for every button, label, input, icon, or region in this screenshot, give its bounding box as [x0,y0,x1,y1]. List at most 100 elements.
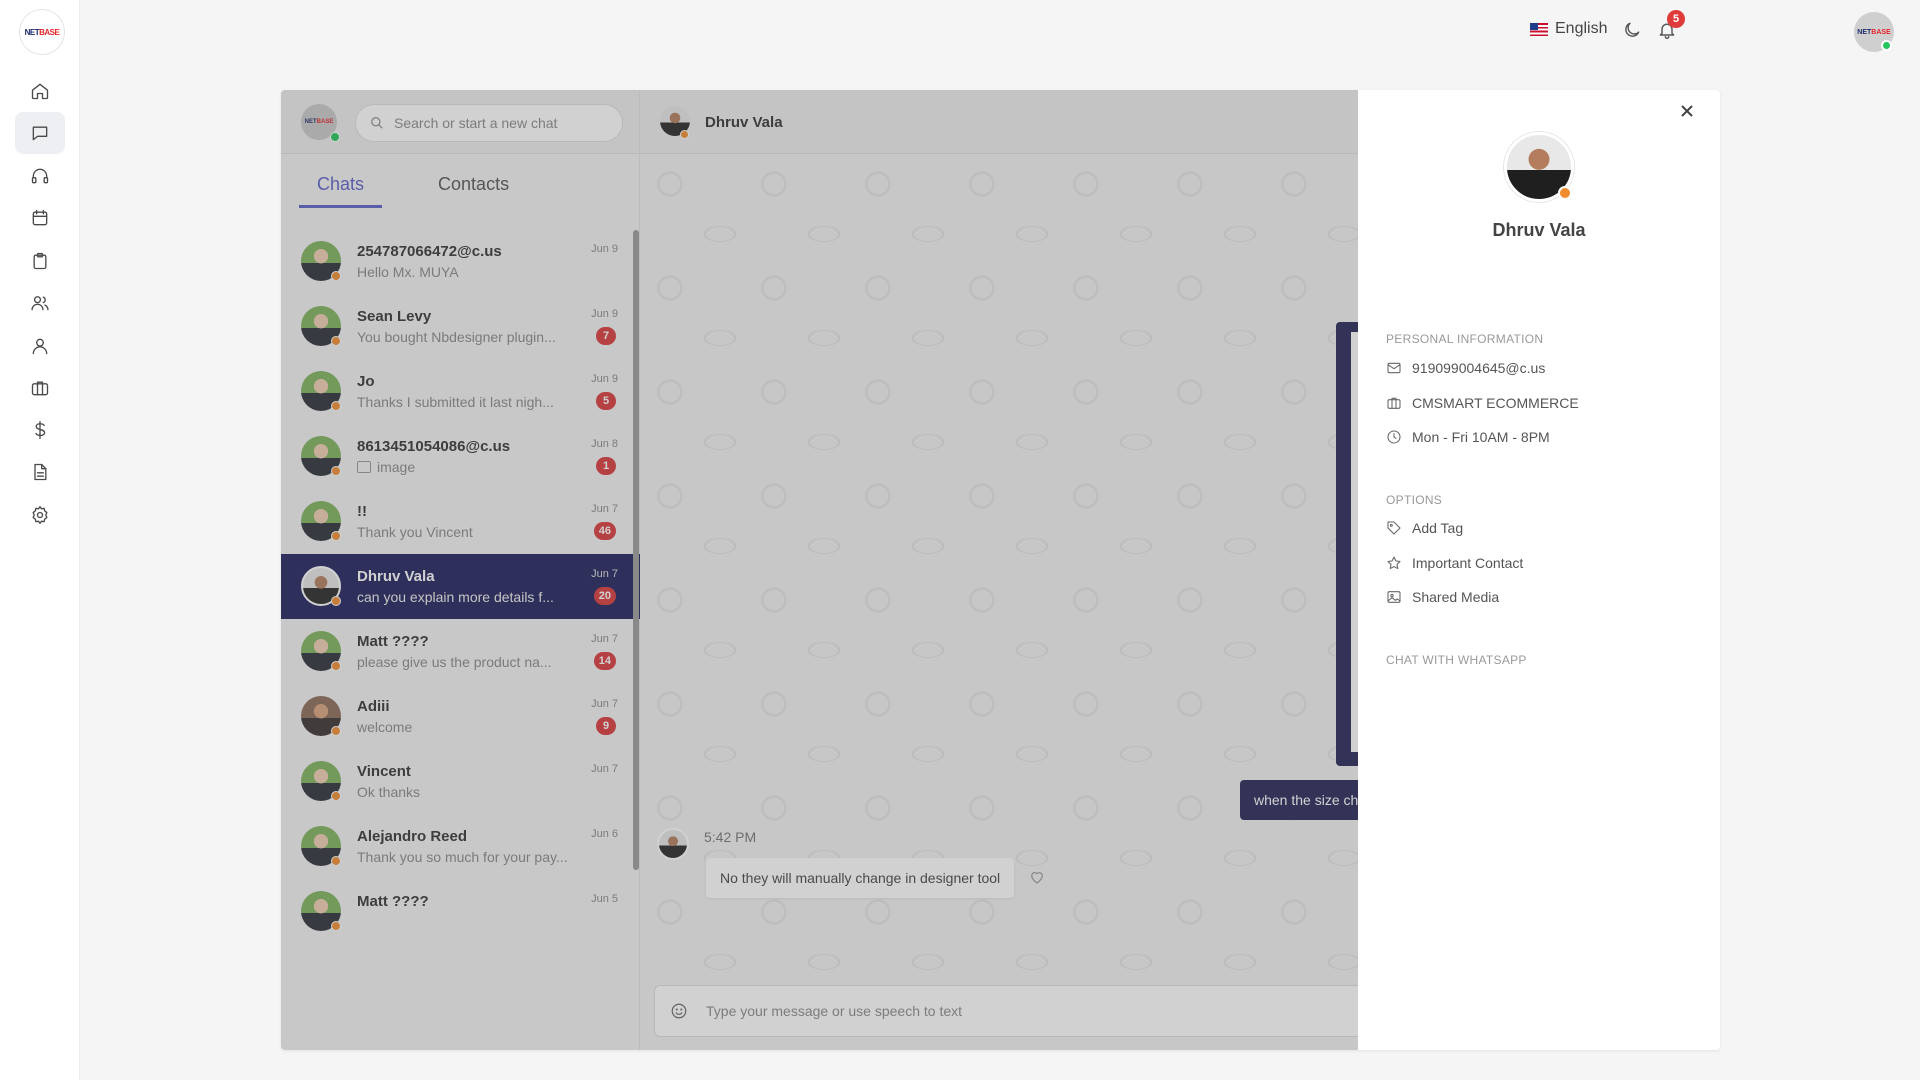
important-contact-label: Important Contact [1412,555,1524,571]
info-company: CMSMART ECOMMERCE [1386,395,1579,411]
language-selector[interactable]: English [1530,20,1607,38]
chat-date: Jun 7 [591,698,618,710]
chat-list-item[interactable]: 254787066472@c.us Hello Mx. MUYA Jun 9 [281,229,640,294]
clipboard-icon [33,252,47,270]
contact-info-drawer: Dhruv Vala PERSONAL INFORMATION 91909900… [1358,90,1720,1050]
emoji-icon[interactable] [670,1002,688,1020]
section-chat-whatsapp[interactable]: CHAT WITH WHATSAPP [1386,653,1527,667]
chat-date: Jun 7 [591,568,618,580]
chat-name: Dhruv Vala [357,568,435,585]
close-button[interactable] [1680,104,1700,124]
chat-list-item[interactable]: Vincent Ok thanks Jun 7 [281,749,640,814]
info-hours: Mon - Fri 10AM - 8PM [1386,429,1550,445]
hours-value: Mon - Fri 10AM - 8PM [1412,429,1550,445]
status-indicator [331,271,341,281]
user-online-indicator [1881,40,1892,51]
chat-name: !! [357,503,367,520]
status-indicator [331,661,341,671]
chat-list-scrollbar[interactable] [633,230,639,870]
unread-badge: 20 [593,587,616,605]
chat-preview: image [357,459,572,475]
nav-settings[interactable] [15,494,65,536]
dark-mode-toggle[interactable] [1622,20,1644,42]
chat-background-pattern [640,154,1358,974]
company-value: CMSMART ECOMMERCE [1412,395,1579,411]
shared-media-option[interactable]: Shared Media [1386,589,1499,605]
section-options: OPTIONS [1386,493,1443,507]
status-indicator [331,921,341,931]
my-online-indicator [330,132,340,142]
gear-icon [32,506,48,524]
nav-billing[interactable] [15,409,65,451]
home-icon [31,83,49,100]
chat-preview: Ok thanks [357,784,421,800]
nav-business[interactable] [15,367,65,409]
dollar-icon [35,421,46,439]
status-indicator [331,401,341,411]
chat-date: Jun 9 [591,308,618,320]
conversation-title[interactable]: Dhruv Vala [705,114,783,131]
add-tag-option[interactable]: Add Tag [1386,520,1463,536]
chat-list-header: NET BASE [281,90,639,154]
important-contact-option[interactable]: Important Contact [1386,555,1523,571]
nav-chat[interactable] [15,112,65,154]
unread-badge: 9 [596,717,616,735]
unread-badge: 1 [596,457,616,475]
document-icon [34,463,47,481]
chat-list-item[interactable]: Adiii welcome Jun 7 9 [281,684,640,749]
chat-preview: Thank you so much for your pay... [357,849,568,865]
unread-badge: 7 [596,327,616,345]
chat-preview: You bought Nbdesigner plugin... [357,329,556,345]
avatar-text: NET [1857,28,1872,36]
chat-window: NETBASE Chats Contacts 254787066472@c.us… [281,90,1720,1050]
notification-badge: 5 [1667,10,1685,28]
chat-list-item[interactable]: Jo Thanks I submitted it last nigh... Ju… [281,359,640,424]
chat-search-input[interactable] [394,115,594,131]
nav-home[interactable] [15,70,65,112]
close-icon [1681,105,1693,117]
chat-tabs: Chats Contacts [299,174,527,208]
status-indicator [1558,186,1572,200]
chat-preview: welcome [357,719,413,735]
nav-profile[interactable] [15,325,65,367]
chat-list-item[interactable]: Matt ???? please give us the product na.… [281,619,640,684]
chat-search[interactable] [355,104,623,142]
status-indicator [331,726,341,736]
chat-list-item[interactable]: Matt ???? Jun 5 [281,879,640,944]
nav-reports[interactable] [15,451,65,493]
chat-name: 8613451054086@c.us [357,438,511,455]
nav-tasks[interactable] [15,240,65,282]
nav-calendar[interactable] [15,197,65,239]
chat-date: Jun 7 [591,503,618,515]
chat-date: Jun 9 [591,373,618,385]
us-flag-icon [1530,22,1548,36]
react-button[interactable] [1028,868,1046,886]
unread-badge: 46 [593,522,616,540]
tab-contacts[interactable]: Contacts [420,174,527,208]
nav-contacts[interactable] [15,282,65,324]
mail-icon [1387,362,1401,374]
status-indicator [331,531,341,541]
nav-support[interactable] [15,155,65,197]
tab-chats[interactable]: Chats [299,174,383,208]
chat-date: Jun 7 [591,633,618,645]
status-indicator [331,596,341,606]
chat-list-item[interactable]: !! Thank you Vincent Jun 7 46 [281,489,640,554]
chat-name: Matt ???? [357,633,429,650]
message-input[interactable] [706,1003,1306,1019]
chat-list-item[interactable]: 8613451054086@c.us image Jun 8 1 [281,424,640,489]
app-logo[interactable]: NET BASE [20,10,64,54]
chat-date: Jun 7 [591,763,618,775]
chat-list-item[interactable]: Sean Levy You bought Nbdesigner plugin..… [281,294,640,359]
chat-preview: please give us the product na... [357,654,552,670]
conversation-header: Dhruv Vala [640,90,1358,154]
chat-list-item-selected[interactable]: Dhruv Vala can you explain more details … [281,554,640,619]
left-nav: NET BASE [0,0,80,1080]
chat-preview: Thank you Vincent [357,524,473,540]
chat-name: Jo [357,373,375,390]
chat-name: Adiii [357,698,390,715]
status-indicator [331,466,341,476]
chat-list-item[interactable]: Alejandro Reed Thank you so much for you… [281,814,640,879]
clock-icon [1387,430,1401,444]
chat-icon [32,126,48,141]
